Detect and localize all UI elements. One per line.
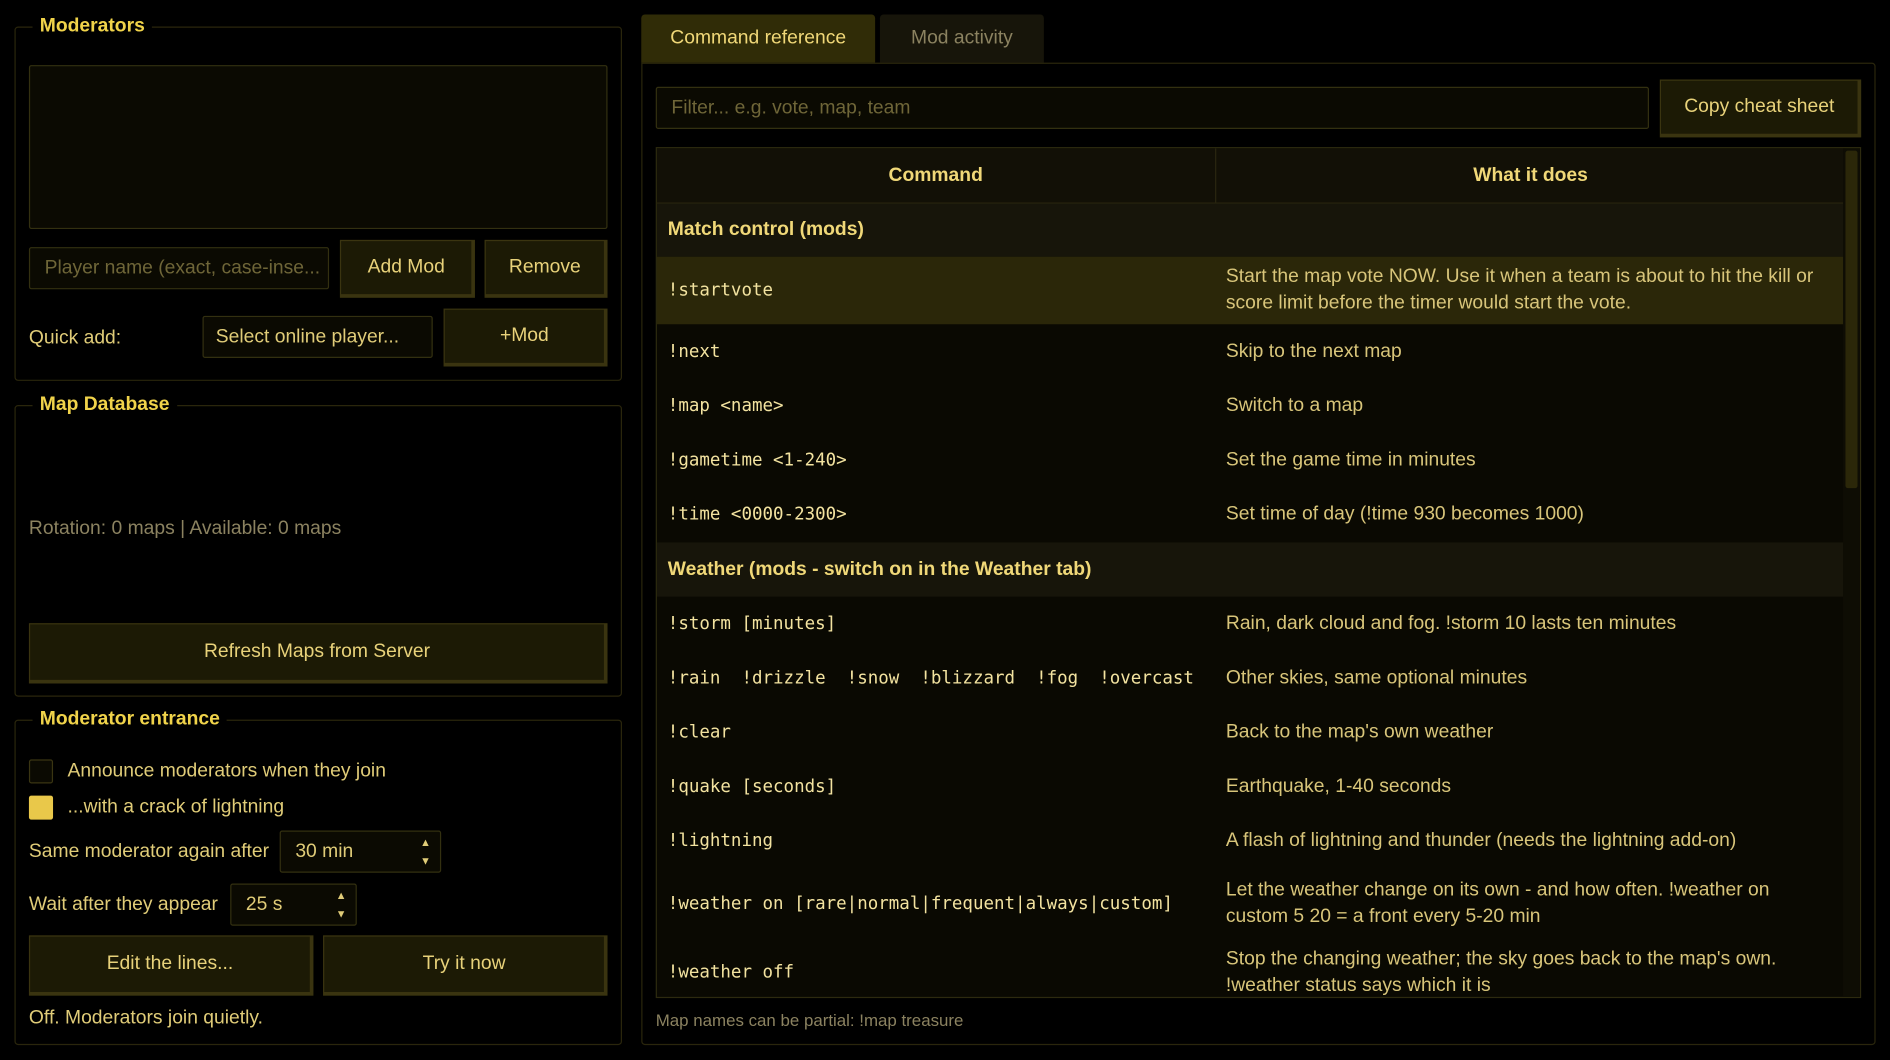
table-row[interactable]: !weather on [rare|normal|frequent|always… — [657, 870, 1846, 938]
table-scrollbar[interactable] — [1843, 148, 1860, 997]
moderators-title: Moderators — [32, 13, 153, 40]
player-name-placeholder: Player name (exact, case-inse... — [44, 257, 321, 278]
online-player-select[interactable]: Select online player... — [202, 315, 433, 359]
table-row[interactable]: !lightning A flash of lightning and thun… — [657, 814, 1846, 868]
description-cell: Switch to a map — [1225, 394, 1364, 416]
same-mod-spinbox[interactable]: 30 min ▲ ▼ — [279, 830, 442, 873]
spin-down-icon[interactable]: ▼ — [336, 908, 347, 920]
lightning-label: ...with a crack of lightning — [67, 796, 285, 818]
scrollbar-thumb[interactable] — [1845, 150, 1858, 489]
command-table: Command What it does Match control (mods… — [655, 147, 1862, 999]
player-name-input[interactable]: Player name (exact, case-inse... — [28, 247, 330, 290]
remove-button[interactable]: Remove — [484, 239, 608, 298]
edit-lines-button[interactable]: Edit the lines... — [28, 935, 314, 996]
table-row[interactable]: !next Skip to the next map — [657, 324, 1846, 378]
map-database-status: Rotation: 0 maps | Available: 0 maps — [28, 518, 342, 539]
filter-placeholder: Filter... e.g. vote, map, team — [671, 97, 911, 118]
table-row[interactable]: !weather off Stop the changing weather; … — [657, 939, 1846, 997]
lightning-checkbox[interactable] — [28, 795, 54, 820]
table-row[interactable]: !storm [minutes] Rain, dark cloud and fo… — [657, 597, 1846, 651]
command-cell: !weather on [rare|normal|frequent|always… — [667, 894, 1173, 914]
table-row[interactable]: !time <0000-2300> Set time of day (!time… — [657, 487, 1846, 541]
try-now-button[interactable]: Try it now — [323, 935, 608, 996]
description-cell: A flash of lightning and thunder (needs … — [1225, 829, 1737, 851]
same-mod-value: 30 min — [295, 840, 354, 862]
command-cell: !rain !drizzle !snow !blizzard !fog !ove… — [667, 668, 1194, 688]
quick-add-label: Quick add: — [28, 327, 122, 349]
command-cell: !storm [minutes] — [667, 614, 837, 634]
description-cell: Back to the map's own weather — [1225, 721, 1494, 742]
description-cell: Start the map vote NOW. Use it when a te… — [1225, 266, 1814, 314]
spin-up-icon[interactable]: ▲ — [336, 890, 347, 902]
table-header: Command What it does — [656, 148, 1846, 204]
command-cell: !lightning — [667, 831, 774, 851]
same-mod-label: Same moderator again after — [28, 841, 270, 862]
tab-command-reference[interactable]: Command reference — [641, 14, 876, 63]
plus-mod-button[interactable]: +Mod — [443, 308, 608, 367]
column-header-description[interactable]: What it does — [1216, 148, 1846, 202]
online-player-select-value: Select online player... — [215, 326, 400, 347]
copy-cheat-sheet-button[interactable]: Copy cheat sheet — [1659, 79, 1862, 138]
command-cell: !weather off — [667, 963, 795, 983]
filter-input[interactable]: Filter... e.g. vote, map, team — [655, 86, 1649, 129]
table-row[interactable]: !startvote Start the map vote NOW. Use i… — [656, 256, 1846, 325]
table-row[interactable]: !quake [seconds] Earthquake, 1-40 second… — [657, 759, 1846, 813]
table-row[interactable]: !map <name> Switch to a map — [657, 378, 1846, 432]
section-header: Weather (mods - switch on in the Weather… — [656, 542, 1846, 597]
description-cell: Other skies, same optional minutes — [1225, 667, 1528, 688]
tab-mod-activity[interactable]: Mod activity — [879, 14, 1044, 63]
command-cell: !gametime <1-240> — [667, 450, 847, 470]
add-mod-button[interactable]: Add Mod — [339, 239, 475, 298]
wait-label: Wait after they appear — [28, 894, 218, 915]
command-cell: !map <name> — [667, 395, 784, 416]
entrance-title: Moderator entrance — [32, 706, 228, 733]
refresh-maps-button[interactable]: Refresh Maps from Server — [28, 623, 608, 684]
column-header-command[interactable]: Command — [657, 148, 1216, 203]
command-cell: !time <0000-2300> — [667, 504, 847, 524]
section-header: Match control (mods) — [656, 203, 1846, 257]
table-row[interactable]: !rain !drizzle !snow !blizzard !fog !ove… — [657, 651, 1846, 705]
description-cell: Set time of day (!time 930 becomes 1000) — [1225, 503, 1584, 524]
table-footer-hint: Map names can be partial: !map treasure — [655, 1010, 964, 1030]
spin-down-icon[interactable]: ▼ — [420, 855, 431, 867]
announce-label: Announce moderators when they join — [67, 760, 386, 782]
command-cell: !clear — [667, 722, 731, 742]
table-row[interactable]: !clear Back to the map's own weather — [657, 705, 1846, 759]
description-cell: Let the weather change on its own - and … — [1225, 879, 1770, 927]
description-cell: Rain, dark cloud and fog. !storm 10 last… — [1225, 612, 1677, 634]
description-cell: Stop the changing weather; the sky goes … — [1225, 948, 1777, 996]
entrance-status: Off. Moderators join quietly. — [28, 1007, 263, 1029]
wait-spinbox[interactable]: 25 s ▲ ▼ — [230, 883, 357, 926]
spin-up-icon[interactable]: ▲ — [420, 837, 431, 849]
command-cell: !next — [667, 341, 721, 362]
wait-value: 25 s — [245, 893, 283, 915]
description-cell: Earthquake, 1-40 seconds — [1225, 775, 1452, 797]
announce-checkbox[interactable] — [28, 759, 54, 784]
description-cell: Skip to the next map — [1225, 340, 1402, 362]
command-cell: !quake [seconds] — [667, 776, 837, 797]
command-cell: !startvote — [667, 280, 774, 301]
map-database-title: Map Database — [32, 391, 177, 419]
table-row[interactable]: !gametime <1-240> Set the game time in m… — [657, 433, 1846, 487]
moderators-list[interactable] — [28, 65, 608, 230]
description-cell: Set the game time in minutes — [1225, 449, 1476, 470]
